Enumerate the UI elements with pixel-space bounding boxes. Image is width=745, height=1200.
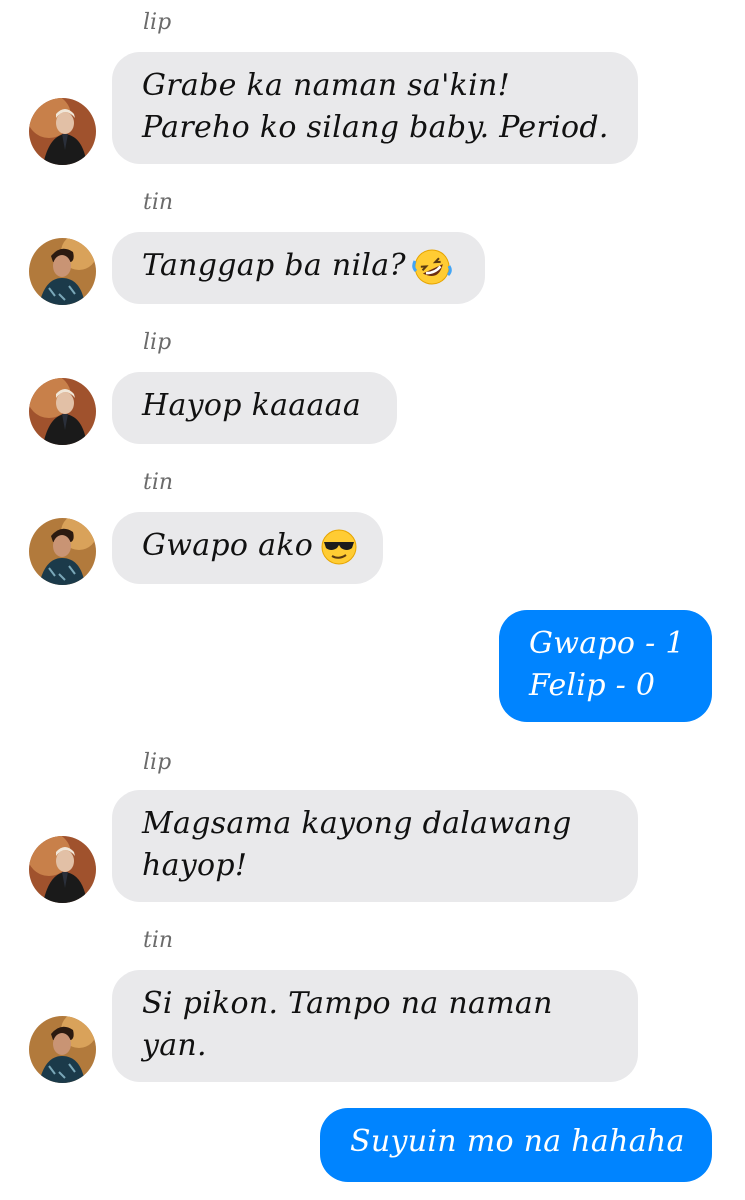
sender-name: lip	[143, 10, 172, 35]
message-text: Pareho ko silang baby. Period.	[142, 110, 609, 145]
message-text: Hayop kaaaaa	[142, 388, 362, 423]
sunglasses-face-emoji-icon	[319, 527, 359, 567]
message-text: hayop!	[142, 848, 248, 883]
sender-name: tin	[143, 928, 174, 953]
message-text: Grabe ka naman sa'kin!	[142, 68, 510, 103]
sender-name: tin	[143, 470, 174, 495]
message-text: Si pikon. Tampo na naman	[142, 986, 553, 1021]
sender-name: tin	[143, 190, 174, 215]
message-text: Gwapo - 1	[529, 626, 685, 661]
avatar[interactable]	[29, 98, 96, 165]
outgoing-message-bubble[interactable]: Suyuin mo na hahaha	[320, 1108, 712, 1182]
avatar-lip-image	[29, 378, 96, 445]
incoming-message-bubble[interactable]: Hayop kaaaaa	[112, 372, 397, 444]
avatar[interactable]	[29, 518, 96, 585]
incoming-message-bubble[interactable]: Grabe ka naman sa'kin! Pareho ko silang …	[112, 52, 638, 164]
message-text: yan.	[142, 1028, 207, 1063]
sender-name: lip	[143, 750, 172, 775]
avatar-lip-image	[29, 98, 96, 165]
message-text: Felip - 0	[529, 668, 656, 703]
avatar[interactable]	[29, 1016, 96, 1083]
avatar-tin-image	[29, 1016, 96, 1083]
avatar-tin-image	[29, 238, 96, 305]
incoming-message-bubble[interactable]: Gwapo ako	[112, 512, 383, 584]
avatar-lip-image	[29, 836, 96, 903]
outgoing-message-bubble[interactable]: Gwapo - 1 Felip - 0	[499, 610, 712, 722]
message-text: Gwapo ako	[142, 528, 314, 563]
avatar[interactable]	[29, 378, 96, 445]
avatar[interactable]	[29, 836, 96, 903]
message-text: Magsama kayong dalawang	[142, 806, 572, 841]
sender-name: lip	[143, 330, 172, 355]
incoming-message-bubble[interactable]: Si pikon. Tampo na naman yan.	[112, 970, 638, 1082]
incoming-message-bubble[interactable]: Tanggap ba nila?	[112, 232, 485, 304]
message-text: Tanggap ba nila?	[142, 248, 406, 283]
incoming-message-bubble[interactable]: Magsama kayong dalawang hayop!	[112, 790, 638, 902]
avatar-tin-image	[29, 518, 96, 585]
rolling-on-floor-laughing-emoji-icon	[412, 247, 452, 287]
message-text: Suyuin mo na hahaha	[350, 1124, 685, 1159]
avatar[interactable]	[29, 238, 96, 305]
